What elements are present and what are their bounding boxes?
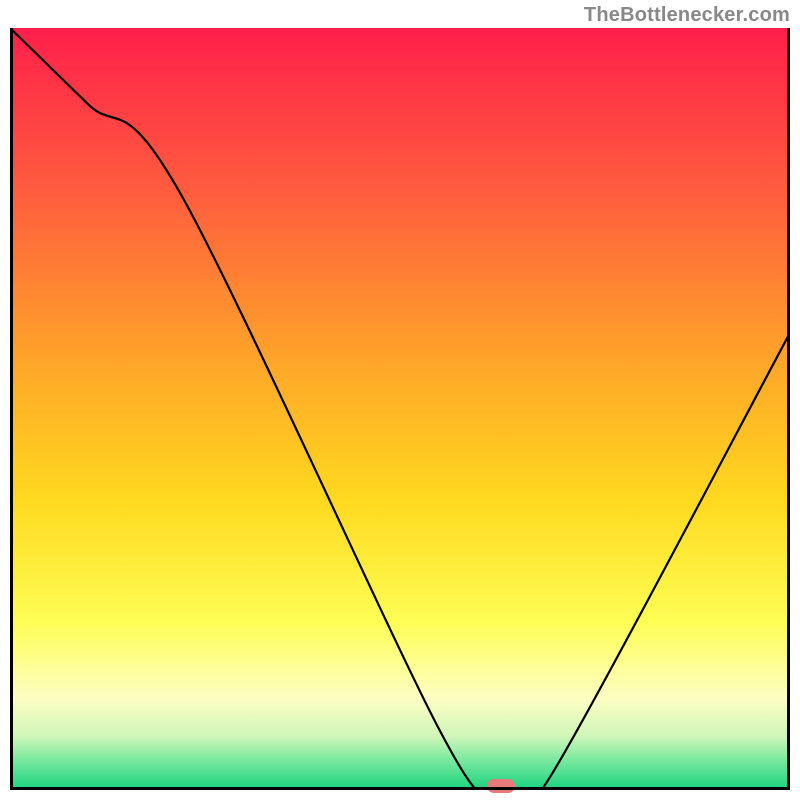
axis-bottom (10, 787, 790, 790)
axis-right (787, 28, 790, 790)
axis-left (10, 28, 13, 790)
curve-layer (10, 28, 790, 790)
bottleneck-curve-path (10, 28, 790, 790)
plot-area (10, 28, 790, 790)
attribution-label: TheBottlenecker.com (584, 4, 790, 27)
bottleneck-chart: TheBottlenecker.com (0, 0, 800, 800)
